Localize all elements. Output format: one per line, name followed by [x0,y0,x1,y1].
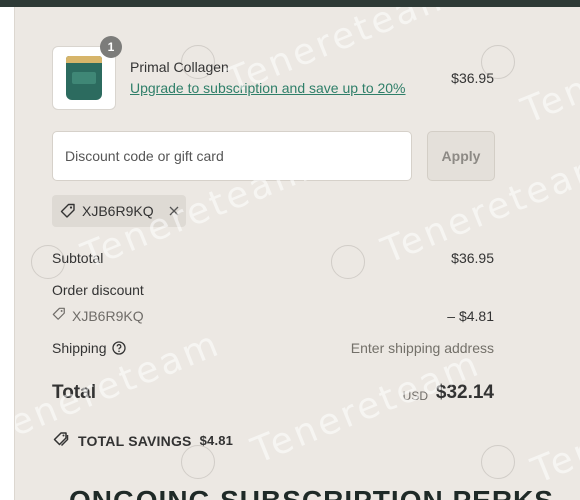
discount-code-input[interactable] [52,131,412,181]
top-bar [0,0,580,7]
watermark-text: Tenereteam [516,7,580,132]
savings-tags-icon [52,431,70,450]
total-savings: TOTAL SAVINGS $4.81 [52,431,233,450]
watermark-logo [331,245,365,279]
watermark-logo [481,445,515,479]
apply-button[interactable]: Apply [427,131,495,181]
order-summary-panel: 1 Primal Collagen Upgrade to subscriptio… [14,7,580,500]
help-icon[interactable] [111,341,126,355]
tag-icon [60,203,76,219]
perks-heading: ONGOING SUBSCRIPTION PERKS [69,485,554,500]
product-price: $36.95 [451,70,494,86]
quantity-badge: 1 [100,36,122,58]
total-amount: $32.14 [435,382,494,403]
savings-label: TOTAL SAVINGS [78,432,192,449]
savings-value: $4.81 [199,433,234,448]
order-discount-code-label: XJB6R9KQ [72,307,144,324]
remove-discount-icon[interactable] [168,205,180,217]
shipping-row: Shipping [52,340,126,356]
total-currency: USD [402,389,428,403]
applied-code-label: XJB6R9KQ [82,203,154,219]
total-label: Total [52,382,96,403]
upgrade-subscription-link[interactable]: Upgrade to subscription and save up to 2… [130,80,406,96]
watermark-text: Tenereteam [526,363,580,492]
order-discount-label: Order discount [52,282,144,298]
product-name: Primal Collagen [130,59,229,75]
applied-discount-tag: XJB6R9KQ [52,195,186,227]
shipping-label: Shipping [52,340,107,356]
subtotal-label: Subtotal [52,250,104,266]
order-discount-code: XJB6R9KQ [52,307,144,324]
tag-icon [52,307,66,324]
shipping-value: Enter shipping address [350,340,494,356]
collagen-bag-image [66,56,102,100]
watermark-text: Tenereteam [246,343,487,472]
subtotal-value: $36.95 [451,250,494,266]
order-discount-value: – $4.81 [447,308,494,324]
watermark-logo [181,445,215,479]
